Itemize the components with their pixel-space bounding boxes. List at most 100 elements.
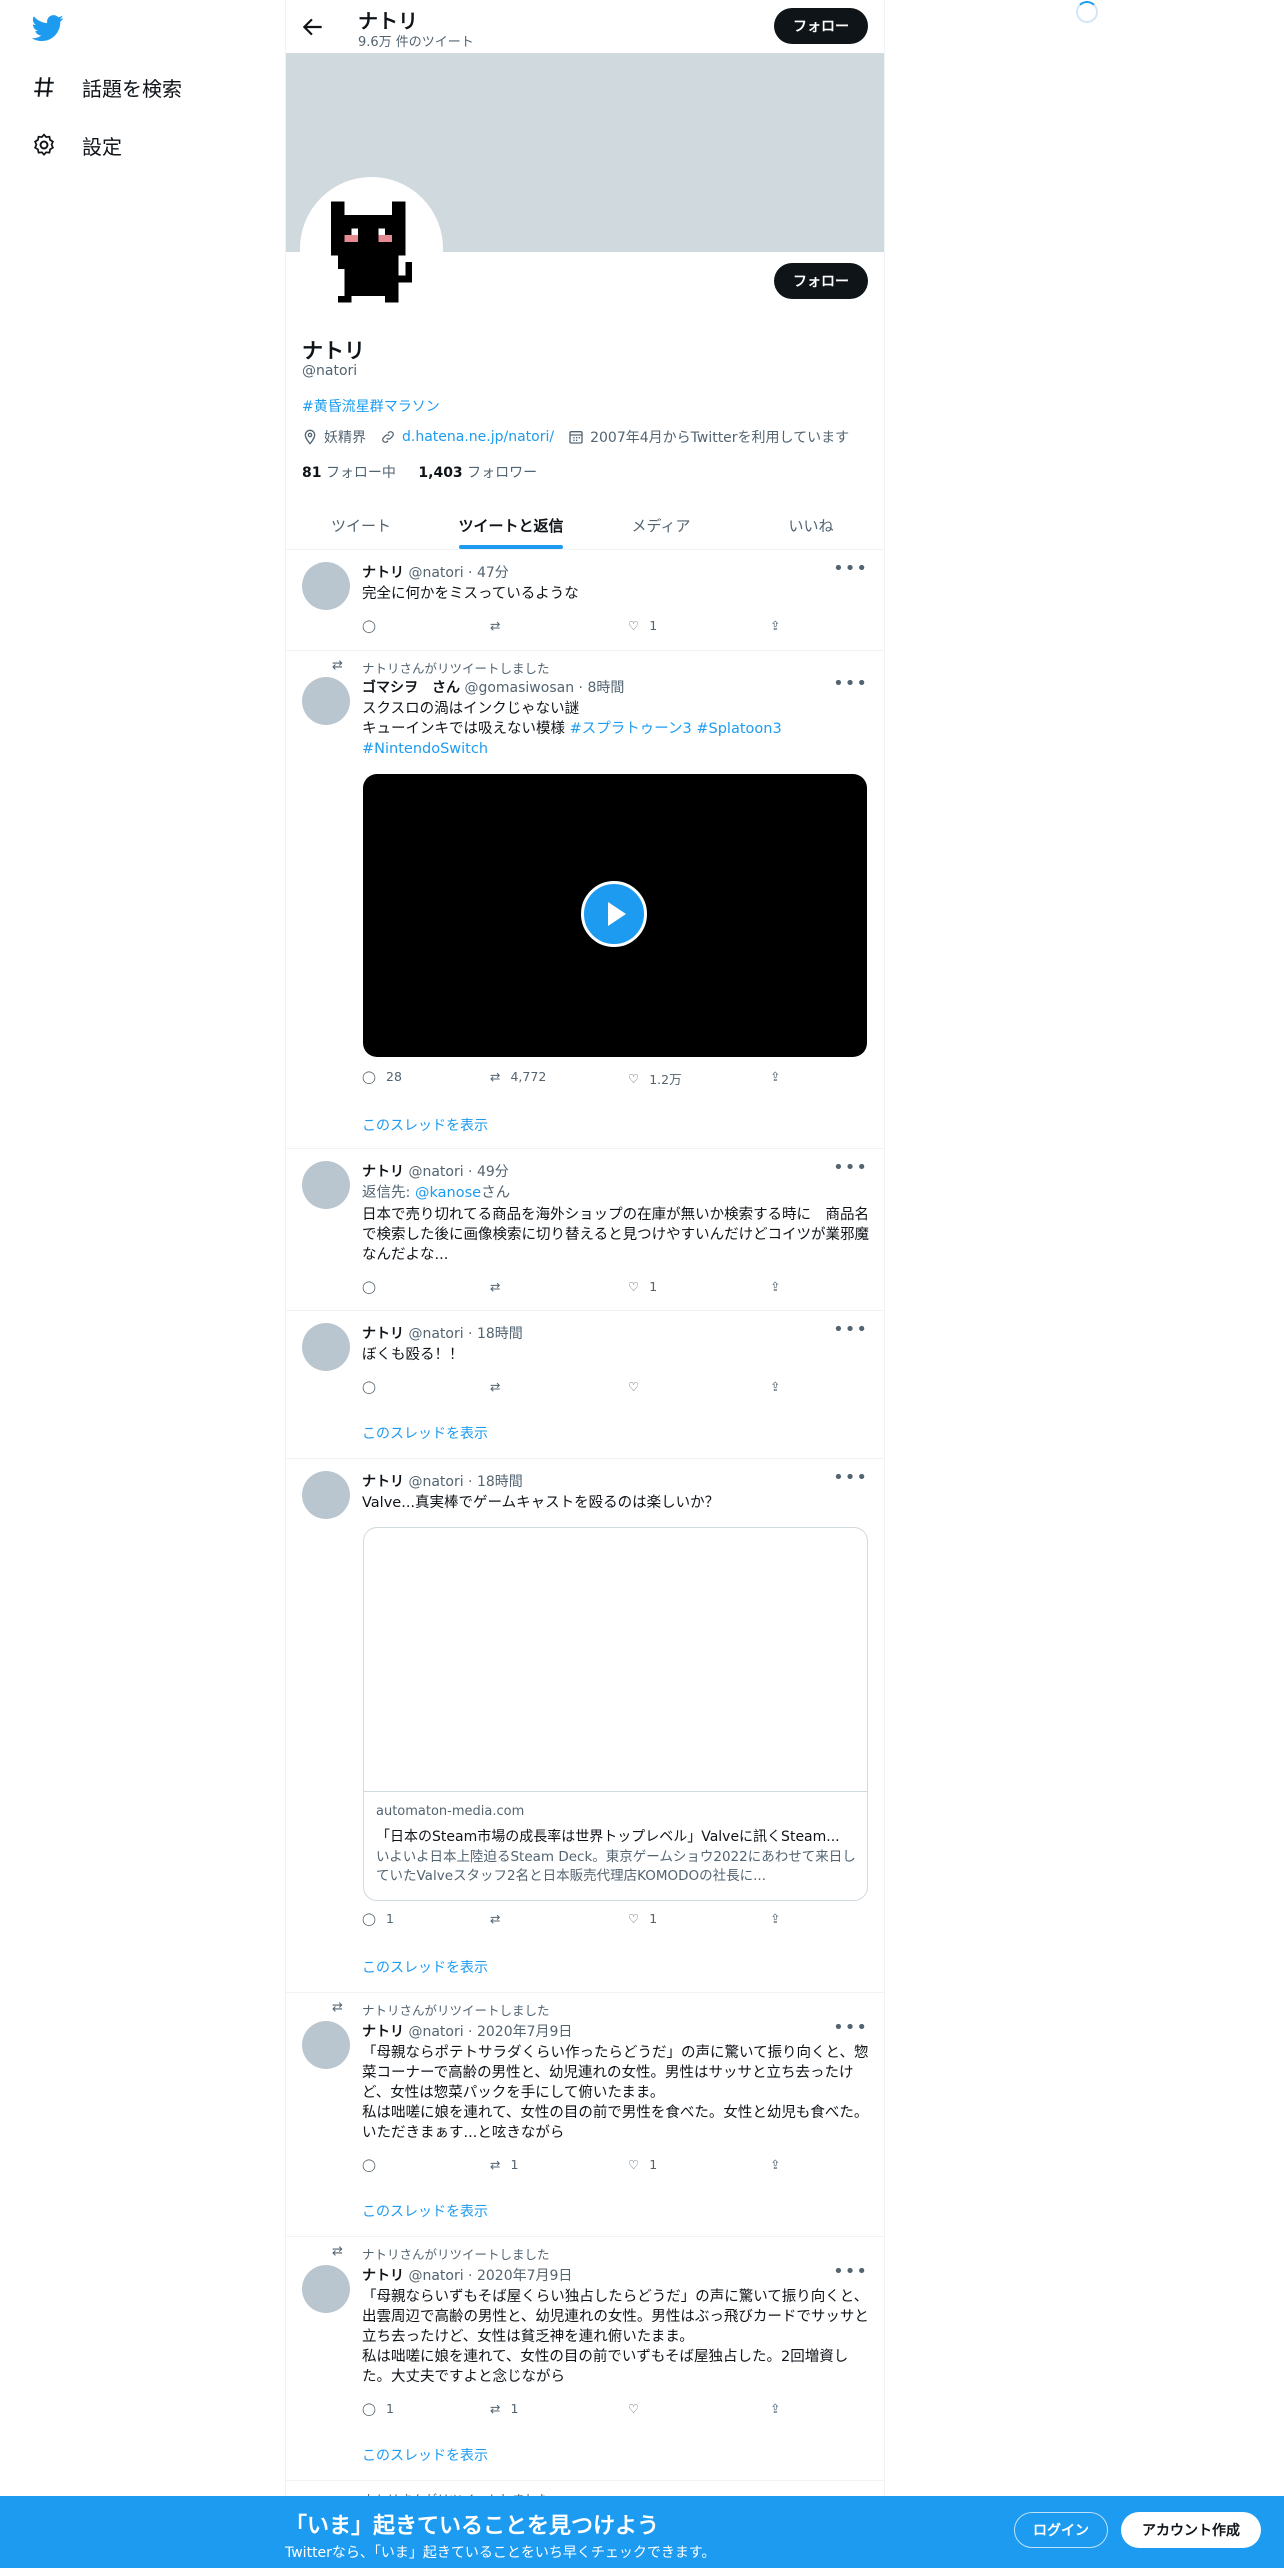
tweet-author[interactable]: ナトリ [362,1164,404,1180]
avatar[interactable] [302,1161,350,1209]
nav-explore[interactable]: 話題を検索 [30,67,182,107]
tweet[interactable]: ⇄ ナトリさんがリツイートしました ナトリ @natori · 2020年7月9… [286,2237,884,2481]
like-button[interactable]: ♡ [628,2401,639,2416]
retweet-indicator-icon: ⇄ [332,658,343,673]
tweet-author[interactable]: ナトリ [362,1326,404,1342]
show-thread-link[interactable]: このスレッドを表示 [362,1423,488,1443]
tab-media[interactable]: メディア [586,502,736,549]
avatar[interactable] [302,2021,350,2069]
like-button[interactable]: ♡ 1 [628,1279,657,1294]
tweet[interactable]: ナトリ @natori · 47分 ••• 完全に何かをミスっているような ◯ … [286,550,884,651]
show-thread-link[interactable]: このスレッドを表示 [362,2445,488,2465]
tweet-time[interactable]: 49分 [477,1164,509,1180]
reply-button[interactable]: ◯ [362,2157,376,2172]
retweet-button[interactable]: ⇄ [490,1279,510,1294]
tweet-author[interactable]: ゴマシヲ さん [362,680,460,696]
retweet-button[interactable]: ⇄ [490,618,510,633]
tweet-author[interactable]: ナトリ [362,2024,404,2040]
followers-stat[interactable]: 1,403 フォロワー [418,465,537,481]
tweet-author[interactable]: ナトリ [362,565,404,581]
show-thread-link[interactable]: このスレッドを表示 [362,1115,488,1135]
profile-follow-button[interactable]: フォロー [774,263,868,299]
share-button[interactable]: ⇪ [770,2401,780,2416]
reply-button[interactable]: ◯ [362,1379,376,1394]
share-button[interactable]: ⇪ [770,2157,780,2172]
tweet-time[interactable]: 18時間 [477,1326,523,1342]
share-button[interactable]: ⇪ [770,618,780,633]
more-icon[interactable]: ••• [833,1157,868,1178]
reply-button[interactable]: ◯ 28 [362,1069,402,1084]
header-follow-button[interactable]: フォロー [774,8,868,44]
twitter-logo-icon[interactable] [30,12,66,44]
retweeted-by[interactable]: ナトリさんがリツイートしました [362,2000,550,2019]
login-button[interactable]: ログイン [1014,2512,1108,2548]
signup-button[interactable]: アカウント作成 [1121,2512,1261,2548]
video-player[interactable] [363,774,867,1057]
more-icon[interactable]: ••• [833,673,868,694]
tweet-author[interactable]: ナトリ [362,2268,404,2284]
share-button[interactable]: ⇪ [770,1279,780,1294]
reply-context: 返信先: @kanoseさん [362,1183,872,1203]
share-button[interactable]: ⇪ [770,1911,780,1926]
like-button[interactable]: ♡ 1 [628,618,657,633]
retweeted-by[interactable]: ナトリさんがリツイートしました [362,658,550,677]
nav-settings[interactable]: 設定 [30,125,122,165]
signup-banner-subtitle: Twitterなら、「いま」起きていることをいち早くチェックできます。 [285,2545,716,2561]
tab-tweets-and-replies[interactable]: ツイートと返信 [436,502,586,549]
tweet-text-paragraph: 私は咄嗟に娘を連れて、女性の目の前でいずもそば屋独占した。2回増資した。大丈夫で… [362,2349,849,2385]
tweet[interactable]: ⇄ ナトリさんがリツイートしました ナトリ @natori · 2020年7月9… [286,1993,884,2237]
more-icon[interactable]: ••• [833,2017,868,2038]
more-icon[interactable]: ••• [833,2261,868,2282]
reply-button[interactable]: ◯ 1 [362,2401,394,2416]
tweet-handle: @natori [408,2024,464,2040]
tweet-time[interactable]: 8時間 [587,680,624,696]
like-button[interactable]: ♡ [628,1379,639,1394]
tweet-time[interactable]: 47分 [477,565,509,581]
tweet-time[interactable]: 2020年7月9日 [477,2024,572,2040]
tweet[interactable]: ナトリ @natori · 18時間 ••• Valve...真実棒でゲームキャ… [286,1459,884,1993]
tab-tweets[interactable]: ツイート [286,502,436,549]
tweet-time[interactable]: 2020年7月9日 [477,2268,572,2284]
tweet[interactable]: ナトリ @natori · 18時間 ••• ぼくも殴る！！ ◯ ⇄ ♡ ⇪ こ… [286,1311,884,1459]
reply-to-handle[interactable]: @kanose [415,1185,481,1201]
avatar[interactable] [302,677,350,725]
tweet[interactable]: ⇄ ナトリさんがリツイートしました ゴマシヲ さん @gomasiwosan ·… [286,651,884,1149]
more-icon[interactable]: ••• [833,558,868,579]
avatar[interactable] [302,1323,350,1371]
retweeted-by[interactable]: ナトリさんがリツイートしました [362,2244,550,2263]
tweet-time[interactable]: 18時間 [477,1474,523,1490]
retweet-button[interactable]: ⇄ 1 [490,2157,518,2172]
avatar[interactable] [302,1471,350,1519]
back-arrow-icon[interactable] [300,14,326,40]
like-button[interactable]: ♡ 1 [628,1911,657,1926]
like-button[interactable]: ♡ 1 [628,2157,657,2172]
tab-likes[interactable]: いいね [736,502,884,549]
play-button[interactable] [581,881,647,947]
show-thread-link[interactable]: このスレッドを表示 [362,2201,488,2221]
more-icon[interactable]: ••• [833,1319,868,1340]
retweet-button[interactable]: ⇄ 1 [490,2401,518,2416]
link-card[interactable]: automaton-media.com 「日本のSteam市場の成長率は世界トッ… [363,1527,868,1901]
share-button[interactable]: ⇪ [770,1069,780,1084]
more-icon[interactable]: ••• [833,1467,868,1488]
profile-url-link[interactable]: d.hatena.ne.jp/natori/ [402,429,554,445]
hashtag-link[interactable]: #NintendoSwitch [362,739,872,759]
retweet-button[interactable]: ⇄ [490,1379,500,1394]
tweet-author[interactable]: ナトリ [362,1474,404,1490]
show-thread-link[interactable]: このスレッドを表示 [362,1957,488,1977]
avatar[interactable] [302,2265,350,2313]
retweet-button[interactable]: ⇄ 4,772 [490,1069,546,1084]
retweet-button[interactable]: ⇄ [490,1911,500,1926]
reply-button[interactable]: ◯ [362,1279,386,1294]
avatar[interactable] [302,562,350,610]
tweet[interactable]: ナトリ @natori · 49分 ••• 返信先: @kanoseさん 日本で… [286,1149,884,1311]
profile-avatar[interactable] [300,177,443,320]
like-button[interactable]: ♡ 1.2万 [628,1069,682,1088]
following-stat[interactable]: 81 フォロー中 [302,465,396,481]
profile-bio-hashtag[interactable]: #黄昏流星群マラソン [302,396,440,416]
hashtag-links[interactable]: #スプラトゥーン3 #Splatoon3 [570,721,782,737]
following-label: フォロー中 [325,465,396,481]
share-button[interactable]: ⇪ [770,1379,780,1394]
reply-button[interactable]: ◯ 1 [362,1911,394,1926]
reply-button[interactable]: ◯ [362,618,386,633]
